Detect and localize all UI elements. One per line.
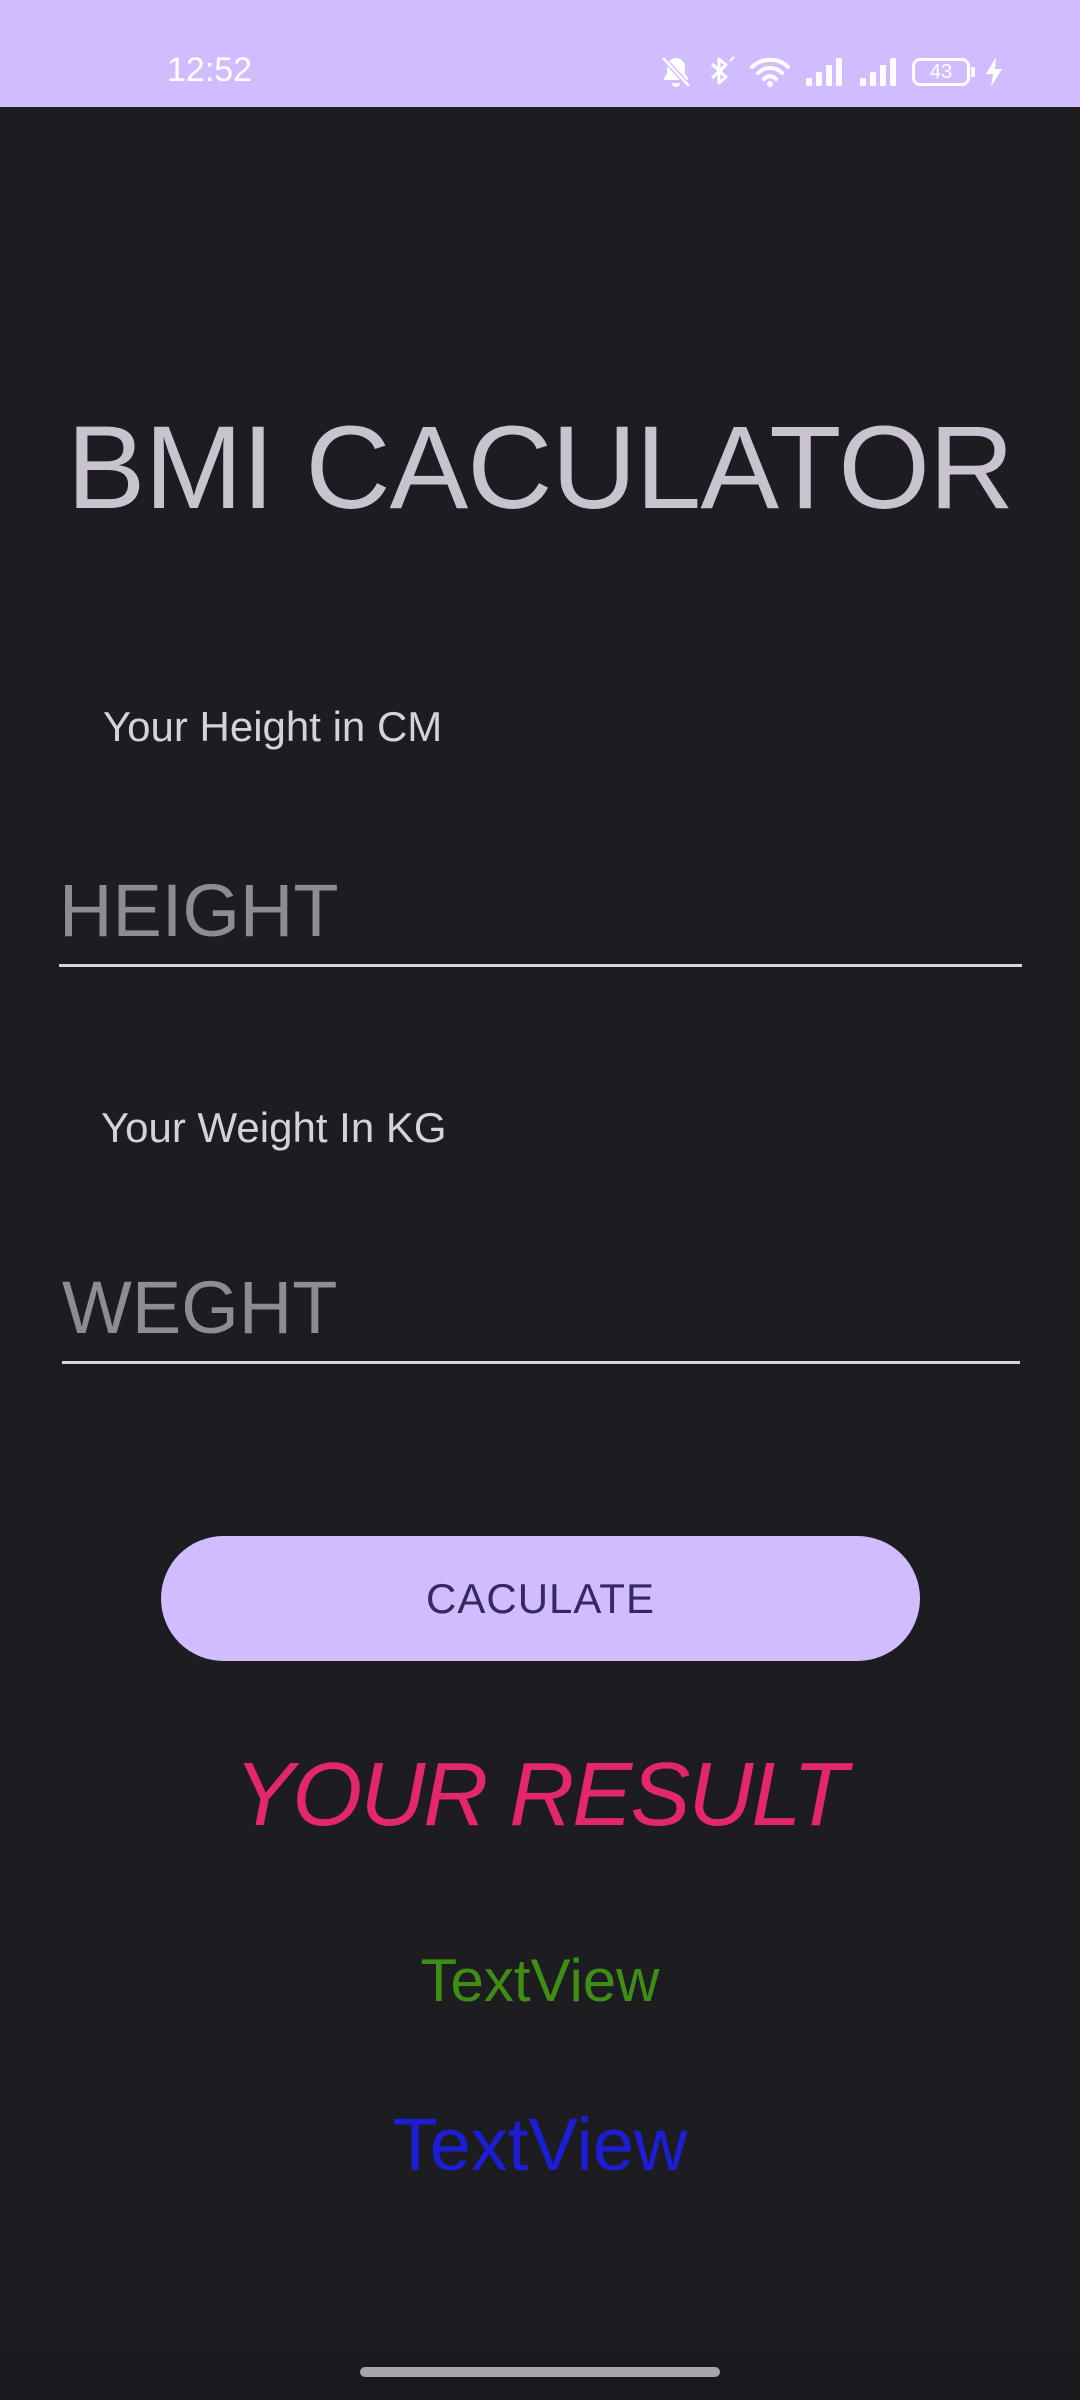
result-value-text: TextView [420,1947,660,2014]
result-category-text: TextView [392,2103,688,2186]
signal-icon [804,56,844,88]
bluetooth-icon [706,55,736,89]
result-title: YOUR RESULT [234,1745,847,1845]
app-title: BMI CACULATOR [66,402,1014,534]
status-time: 12:52 [167,51,253,89]
signal-icon [858,56,898,88]
status-bar: 12:52 43 [0,0,1080,107]
home-indicator[interactable] [360,2367,720,2377]
weight-label: Your Weight In KG [101,1104,447,1151]
charging-icon [984,56,1004,88]
navigation-bar [0,2350,1080,2400]
height-label: Your Height in CM [103,703,443,750]
weight-input[interactable] [62,1254,1020,1364]
bell-off-icon [660,55,692,89]
calculate-button[interactable]: CACULATE [161,1536,920,1661]
height-input[interactable] [59,857,1022,967]
app-screen: 12:52 43 BMI CACULATOR Your Height in CM… [0,0,1080,2400]
wifi-icon [750,56,790,88]
status-icons: 43 [660,52,1004,92]
battery-icon: 43 [912,58,975,86]
